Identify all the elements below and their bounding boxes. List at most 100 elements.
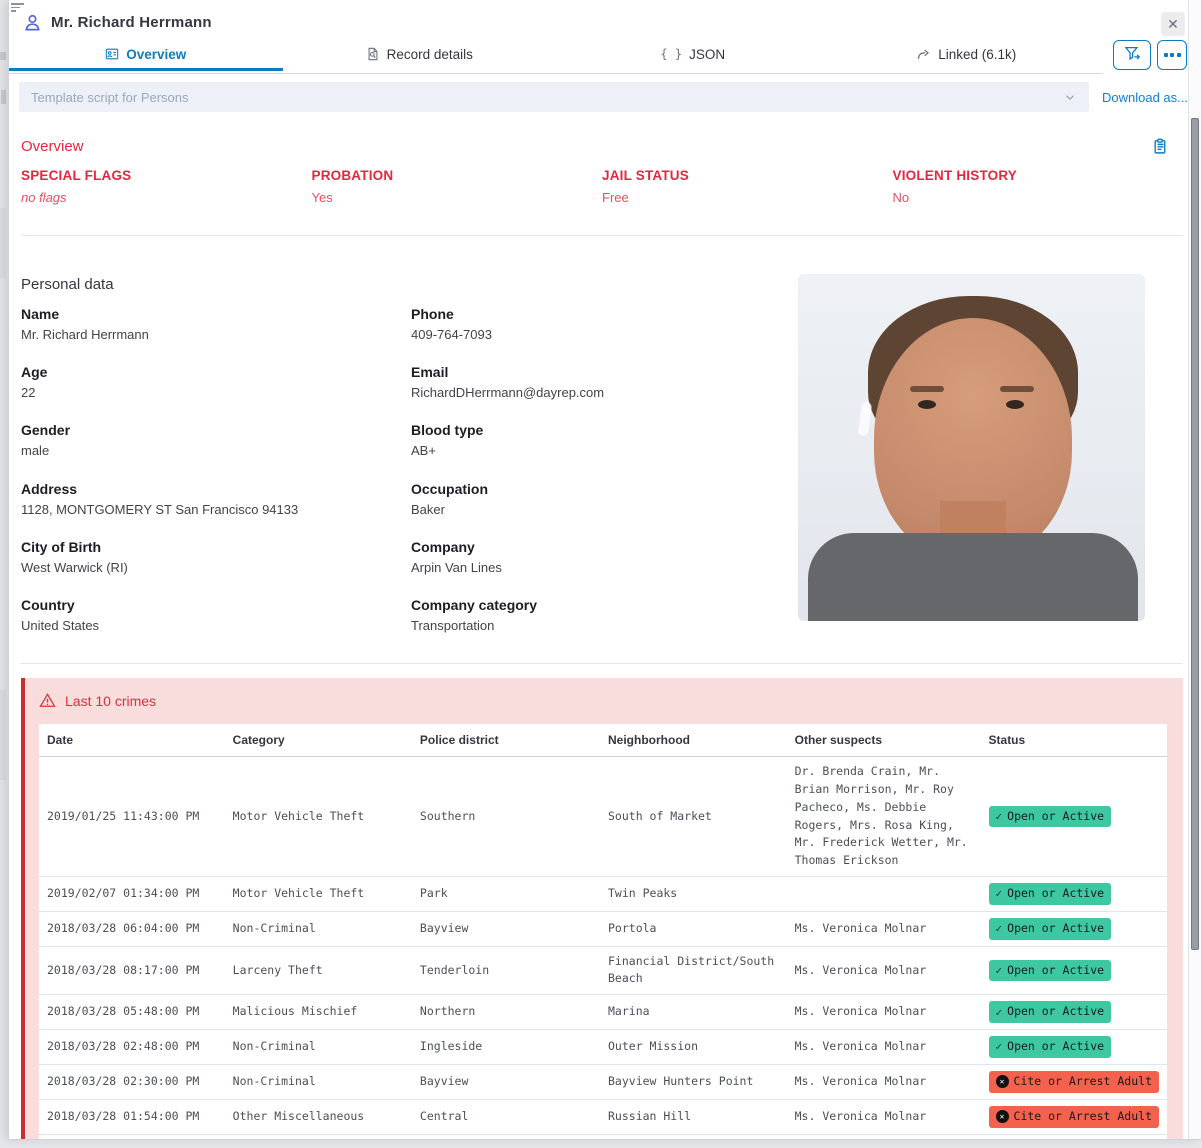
background-artifact [0,52,6,60]
cell-district: Northern [412,995,600,1030]
more-actions-button[interactable] [1157,40,1187,70]
cell-district: Bayview [412,911,600,946]
filter-export-button[interactable] [1113,40,1151,70]
check-icon: ✓ [996,885,1003,902]
cell-category: Motor Vehicle Theft [225,757,412,877]
table-row: 2018/03/28 08:17:00 PMLarceny TheftTende… [39,946,1167,995]
cell-suspects: Ms. Veronica Molnar [787,995,981,1030]
ellipsis-icon [1164,53,1181,57]
status-badge: ✓Open or Active [989,806,1112,828]
field-phone: Phone 409-764-7093 [411,306,791,364]
check-icon: ✓ [996,1038,1003,1055]
field-label: Phone [411,306,791,322]
tab-json[interactable]: { }JSON [556,40,830,71]
cross-circle-icon: ✕ [996,1075,1009,1088]
cell-district: Central [412,1099,600,1134]
tab-bar: Overview Record details { }JSONLinked (6.1… [9,40,1201,74]
cell-suspects: Dr. Brenda Crain, Mr. Brian Morrison, Mr… [787,757,981,877]
field-occupation: OccupationBaker [411,481,791,539]
last-crimes-title: Last 10 crimes [65,693,156,709]
cell-district: Ingleside [412,1030,600,1065]
field-value: Baker [411,502,791,517]
flag-value: Yes [312,190,603,205]
table-row: 2019/02/07 01:34:00 PMMotor Vehicle Thef… [39,877,1167,912]
cell-suspects: Ms. Veronica Molnar [787,911,981,946]
cell-district: Park [412,877,600,912]
table-row: 2018/03/28 05:48:00 PMMalicious Mischief… [39,995,1167,1030]
check-icon: ✓ [996,808,1003,825]
last-crimes-header: Last 10 crimes [39,692,1167,709]
cell-neighborhood: Bayview Hunters Point [600,1064,787,1099]
tab-linked-6-1k[interactable]: Linked (6.1k) [830,40,1104,71]
template-script-select[interactable]: Template script for Persons [19,82,1089,112]
field-label: Company category [411,597,791,613]
field-age: Age22 [21,364,411,422]
tab-record-details[interactable]: Record details [283,40,557,71]
status-badge: ✓Open or Active [989,1001,1112,1023]
person-photo [798,274,1145,621]
cell-suspects: Ms. Veronica Molnar [787,1030,981,1065]
cell-suspects: Ms. Veronica Molnar [787,1064,981,1099]
table-row: 2018/03/28 01:35:00 PMFraudMissionMissio… [39,1134,1167,1140]
status-label: Open or Active [1007,808,1104,826]
status-badge: ✕Cite or Arrest Adult [989,1106,1159,1128]
field-label: Age [21,364,411,380]
background-artifact [0,690,6,780]
field-label: Gender [21,422,411,438]
table-header-row: DateCategoryPolice districtNeighborhoodO… [39,724,1167,757]
content: Overview SPECIAL FLAGSno flagsPROBATIONY… [9,138,1201,1140]
toolbar: Template script for Persons Download as.… [9,82,1201,112]
warning-icon [39,692,56,709]
flag-special-flags: SPECIAL FLAGSno flags [21,168,312,205]
person-icon [23,13,42,32]
doc-search-icon [366,47,380,61]
overview-section-title: Overview [21,138,84,155]
status-label: Open or Active [1007,885,1104,903]
cell-category: Fraud [225,1134,412,1140]
field-value: RichardDHerrmann@dayrep.com [411,385,791,400]
close-button[interactable]: ✕ [1161,12,1185,36]
field-name: NameMr. Richard Herrmann [21,306,411,364]
background-artifact [1,90,6,104]
download-as-link[interactable]: Download as... [1089,90,1201,105]
cell-district: Southern [412,757,600,877]
scrollbar-track[interactable] [1188,0,1201,1139]
record-detail-flyout: Mr. Richard Herrmann ✕ Overview Record de… [8,0,1202,1140]
tab-overview[interactable]: Overview [9,40,283,71]
table-row: 2018/03/28 02:48:00 PMNon-CriminalIngles… [39,1030,1167,1065]
divider [21,663,1183,664]
status-label: Open or Active [1007,1038,1104,1056]
field-label: Blood type [411,422,791,438]
titlebar: Mr. Richard Herrmann ✕ [9,0,1201,40]
cell-date: 2018/03/28 01:54:00 PM [39,1099,225,1134]
field-label: Email [411,364,791,380]
cell-category: Non-Criminal [225,911,412,946]
column-header-date: Date [39,724,225,757]
scrollbar-thumb[interactable] [1191,118,1199,950]
cell-status: ✓Open or Active [981,995,1167,1030]
field-label: Country [21,597,411,613]
flag-label: JAIL STATUS [602,168,893,183]
cell-date: 2018/03/28 02:30:00 PM [39,1064,225,1099]
column-header-police-district: Police district [412,724,600,757]
field-value: United States [21,618,411,633]
cell-date: 2019/02/07 01:34:00 PM [39,877,225,912]
field-country: Country United States [21,597,411,655]
cross-circle-icon: ✕ [996,1110,1009,1123]
field-city-of-birth: City of BirthWest Warwick (RI) [21,539,411,597]
crimes-table: DateCategoryPolice districtNeighborhoodO… [39,724,1167,1140]
field-value: Arpin Van Lines [411,560,791,575]
flag-label: VIOLENT HISTORY [893,168,1184,183]
cell-date: 2018/03/28 01:35:00 PM [39,1134,225,1140]
cell-status: ✓Open or Active [981,946,1167,995]
cell-status: ✕ Cite or Arrest Adult [981,1064,1167,1099]
tab-label: Record details [387,47,473,62]
field-value: 409-764-7093 [411,327,791,342]
field-company-category: Company categoryTransportation [411,597,791,655]
cell-status: ✓Open or Active [981,1030,1167,1065]
field-value: West Warwick (RI) [21,560,411,575]
status-label: Cite or Arrest Adult [1014,1073,1152,1091]
status-badge: ✓Open or Active [989,1036,1112,1058]
field-blood-type: Blood typeAB+ [411,422,791,480]
copy-to-clipboard-icon[interactable] [1152,138,1169,155]
